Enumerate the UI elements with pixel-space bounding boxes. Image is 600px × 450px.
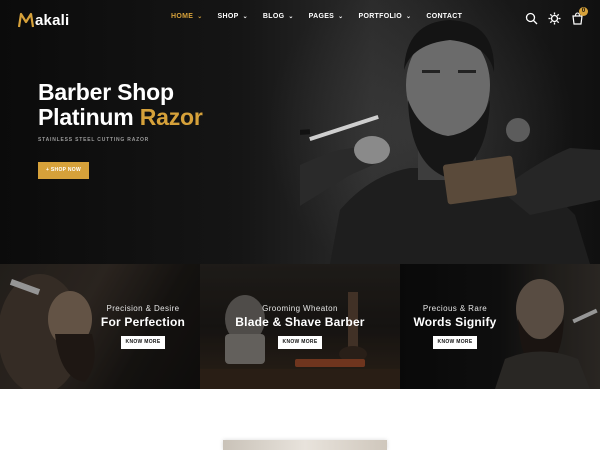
- banner-title: For Perfection: [100, 315, 186, 329]
- promo-banner-3[interactable]: Precious & Rare Words Signify KNOW MORE: [400, 264, 600, 389]
- logo-m-icon: [18, 12, 34, 28]
- nav-actions: 0: [515, 7, 588, 25]
- settings-icon[interactable]: [548, 12, 561, 25]
- product-card-preview[interactable]: [223, 440, 387, 450]
- promo-banner-1[interactable]: Precision & Desire For Perfection KNOW M…: [0, 264, 200, 389]
- chevron-down-icon: ⌄: [338, 14, 344, 20]
- chevron-down-icon: ⌄: [242, 14, 248, 20]
- search-icon[interactable]: [525, 12, 538, 25]
- promo-banners: Precision & Desire For Perfection KNOW M…: [0, 264, 600, 389]
- hero-banner: akali HOME ⌄ SHOP ⌄ BLOG ⌄ PAGES ⌄ PORTFOLIO…: [0, 0, 600, 264]
- banner-content: Grooming Wheaton Blade & Shave Barber KN…: [230, 304, 370, 349]
- shop-now-button[interactable]: + SHOP NOW: [38, 162, 89, 179]
- know-more-button[interactable]: KNOW MORE: [433, 336, 477, 349]
- banner-title: Blade & Shave Barber: [235, 315, 365, 329]
- hero-subtitle: STAINLESS STEEL CUTTING RAZOR: [38, 137, 150, 143]
- banner-content: Precious & Rare Words Signify KNOW MORE: [410, 304, 500, 349]
- nav-item-blog[interactable]: BLOG ⌄: [263, 13, 294, 20]
- banner-pretitle: Precious & Rare: [422, 304, 488, 313]
- banner-pretitle: Precision & Desire: [106, 304, 180, 313]
- nav-item-home[interactable]: HOME ⌄: [171, 13, 203, 20]
- logo-text: akali: [35, 11, 70, 29]
- nav-item-pages[interactable]: PAGES ⌄: [309, 13, 344, 20]
- chevron-down-icon: ⌄: [288, 14, 294, 20]
- banner-pretitle: Grooming Wheaton: [262, 304, 338, 313]
- site-logo[interactable]: akali: [18, 11, 69, 29]
- nav-item-label: SHOP: [217, 13, 239, 20]
- main-menu: HOME ⌄ SHOP ⌄ BLOG ⌄ PAGES ⌄ PORTFOLIO ⌄ CONT…: [171, 13, 477, 20]
- chevron-down-icon: ⌄: [197, 14, 203, 20]
- cart-count-badge: 0: [579, 7, 588, 16]
- nav-item-label: BLOG: [262, 13, 285, 20]
- hero-title-line1: Barber Shop: [38, 79, 174, 105]
- nav-item-label: HOME: [171, 13, 194, 20]
- know-more-button[interactable]: KNOW MORE: [121, 336, 165, 349]
- hero-title: Barber Shop Platinum Razor: [38, 80, 203, 130]
- hero-barber-image: [300, 20, 600, 264]
- nav-item-label: CONTACT: [426, 13, 463, 20]
- banner-title: Words Signify: [413, 315, 497, 329]
- nav-item-label: PORTFOLIO: [358, 13, 403, 20]
- hero-title-accent: Razor: [139, 104, 203, 130]
- nav-item-contact[interactable]: CONTACT: [426, 13, 462, 20]
- know-more-button[interactable]: KNOW MORE: [278, 336, 322, 349]
- cart-icon[interactable]: 0: [571, 7, 588, 25]
- chevron-down-icon: ⌄: [406, 14, 412, 20]
- top-navigation: akali HOME ⌄ SHOP ⌄ BLOG ⌄ PAGES ⌄ PORTFOLIO…: [0, 0, 600, 38]
- nav-item-portfolio[interactable]: PORTFOLIO ⌄: [358, 13, 411, 20]
- nav-item-label: PAGES: [308, 13, 335, 20]
- nav-item-shop[interactable]: SHOP ⌄: [218, 13, 248, 20]
- hero-title-line2: Platinum: [38, 104, 140, 130]
- banner-content: Precision & Desire For Perfection KNOW M…: [98, 304, 188, 349]
- promo-banner-2[interactable]: Grooming Wheaton Blade & Shave Barber KN…: [200, 264, 400, 389]
